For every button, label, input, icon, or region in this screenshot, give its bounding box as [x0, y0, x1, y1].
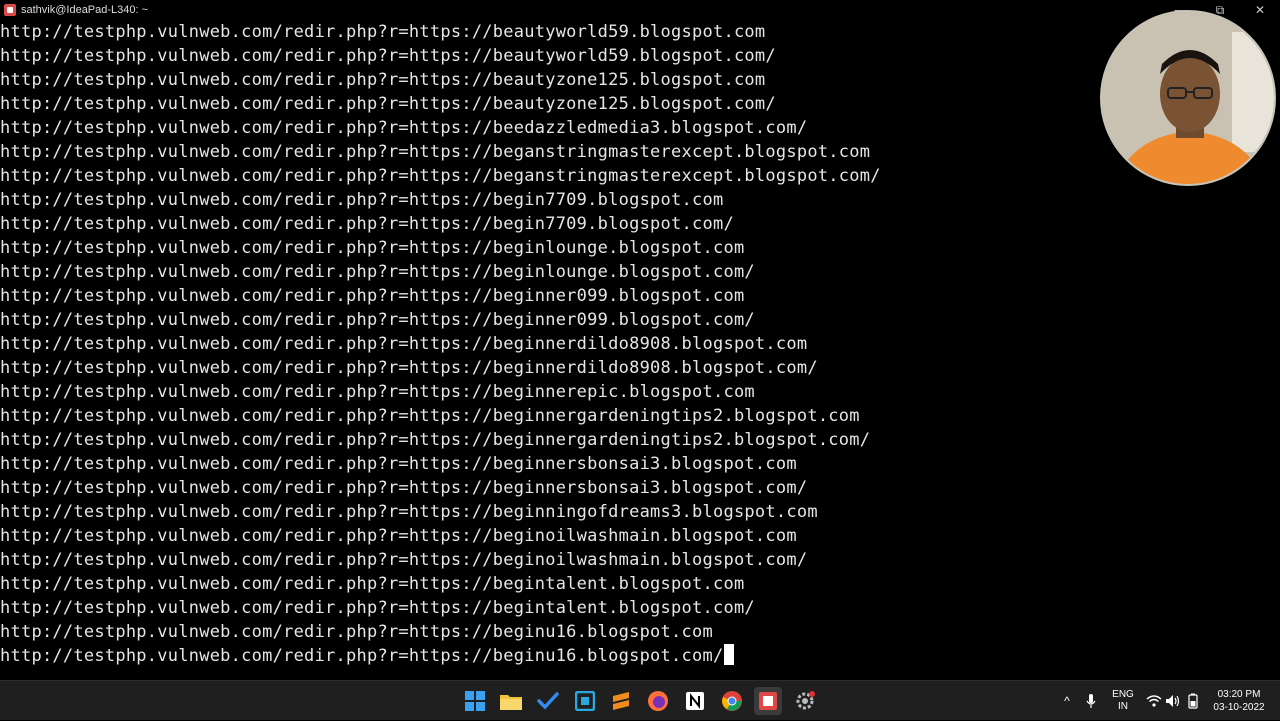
terminal-line: http://testphp.vulnweb.com/redir.php?r=h… — [0, 214, 734, 234]
windows-start-icon[interactable] — [461, 687, 489, 715]
sublime-text-icon[interactable] — [607, 687, 635, 715]
terminal-line: http://testphp.vulnweb.com/redir.php?r=h… — [0, 574, 745, 594]
terminal-line: http://testphp.vulnweb.com/redir.php?r=h… — [0, 478, 808, 498]
terminal-line: http://testphp.vulnweb.com/redir.php?r=h… — [0, 166, 881, 186]
settings-gear-icon[interactable] — [791, 687, 819, 715]
file-explorer-icon[interactable] — [497, 687, 525, 715]
terminal-output[interactable]: http://testphp.vulnweb.com/redir.php?r=h… — [0, 20, 1280, 680]
terminal-line: http://testphp.vulnweb.com/redir.php?r=h… — [0, 46, 776, 66]
terminal-app-icon — [4, 4, 16, 16]
clock-time: 03:20 PM — [1217, 689, 1261, 700]
terminal-line: http://testphp.vulnweb.com/redir.php?r=h… — [0, 406, 860, 426]
region-code: IN — [1118, 701, 1128, 712]
language-indicator[interactable]: ENG IN — [1106, 681, 1140, 721]
volume-icon[interactable] — [1164, 681, 1182, 721]
terminal-line: http://testphp.vulnweb.com/redir.php?r=h… — [0, 190, 724, 210]
window-title: sathvik@IdeaPad-L340: ~ — [21, 4, 149, 16]
terminal-line: http://testphp.vulnweb.com/redir.php?r=h… — [0, 262, 755, 282]
screen-capture-icon[interactable] — [571, 687, 599, 715]
clock-date: 03-10-2022 — [1213, 702, 1265, 713]
terminal-line: http://testphp.vulnweb.com/redir.php?r=h… — [0, 22, 766, 42]
terminal-line: http://testphp.vulnweb.com/redir.php?r=h… — [0, 310, 755, 330]
terminal-line-text: http://testphp.vulnweb.com/redir.php?r=h… — [0, 646, 724, 666]
close-icon: ✕ — [1254, 3, 1266, 17]
presenter-video-icon — [1102, 12, 1274, 184]
microphone-icon[interactable] — [1082, 681, 1100, 721]
taskbar: ^ ENG IN 03:20 PM 03-10-2022 — [0, 680, 1280, 720]
window-titlebar: sathvik@IdeaPad-L340: ~ — [0, 0, 1280, 20]
terminal-line-last: http://testphp.vulnweb.com/redir.php?r=h… — [0, 644, 735, 668]
terminal-line: http://testphp.vulnweb.com/redir.php?r=h… — [0, 598, 755, 618]
terminal-line: http://testphp.vulnweb.com/redir.php?r=h… — [0, 334, 808, 354]
terminal-line: http://testphp.vulnweb.com/redir.php?r=h… — [0, 430, 871, 450]
todo-check-icon[interactable] — [534, 687, 562, 715]
clock[interactable]: 03:20 PM 03-10-2022 — [1206, 681, 1272, 721]
terminal-line: http://testphp.vulnweb.com/redir.php?r=h… — [0, 358, 818, 378]
firefox-icon[interactable] — [644, 687, 672, 715]
terminal-line: http://testphp.vulnweb.com/redir.php?r=h… — [0, 526, 797, 546]
terminal-line: http://testphp.vulnweb.com/redir.php?r=h… — [0, 142, 871, 162]
wifi-icon[interactable] — [1145, 681, 1163, 721]
terminal-line: http://testphp.vulnweb.com/redir.php?r=h… — [0, 118, 808, 138]
tray-chevron-icon[interactable]: ^ — [1058, 681, 1076, 721]
language-code: ENG — [1112, 689, 1134, 700]
terminal-line: http://testphp.vulnweb.com/redir.php?r=h… — [0, 238, 745, 258]
terminal-line: http://testphp.vulnweb.com/redir.php?r=h… — [0, 622, 713, 642]
terminal-line: http://testphp.vulnweb.com/redir.php?r=h… — [0, 94, 776, 114]
terminal-line: http://testphp.vulnweb.com/redir.php?r=h… — [0, 70, 766, 90]
close-button[interactable]: ✕ — [1240, 0, 1280, 20]
terminal-taskbar-icon[interactable] — [754, 687, 782, 715]
terminal-line: http://testphp.vulnweb.com/redir.php?r=h… — [0, 550, 808, 570]
terminal-line: http://testphp.vulnweb.com/redir.php?r=h… — [0, 286, 745, 306]
notion-icon[interactable] — [681, 687, 709, 715]
terminal-line: http://testphp.vulnweb.com/redir.php?r=h… — [0, 382, 755, 402]
webcam-overlay — [1100, 10, 1276, 186]
chrome-icon[interactable] — [718, 687, 746, 715]
battery-icon[interactable] — [1184, 681, 1202, 721]
text-cursor — [724, 644, 735, 665]
terminal-line: http://testphp.vulnweb.com/redir.php?r=h… — [0, 502, 818, 522]
terminal-line: http://testphp.vulnweb.com/redir.php?r=h… — [0, 454, 797, 474]
